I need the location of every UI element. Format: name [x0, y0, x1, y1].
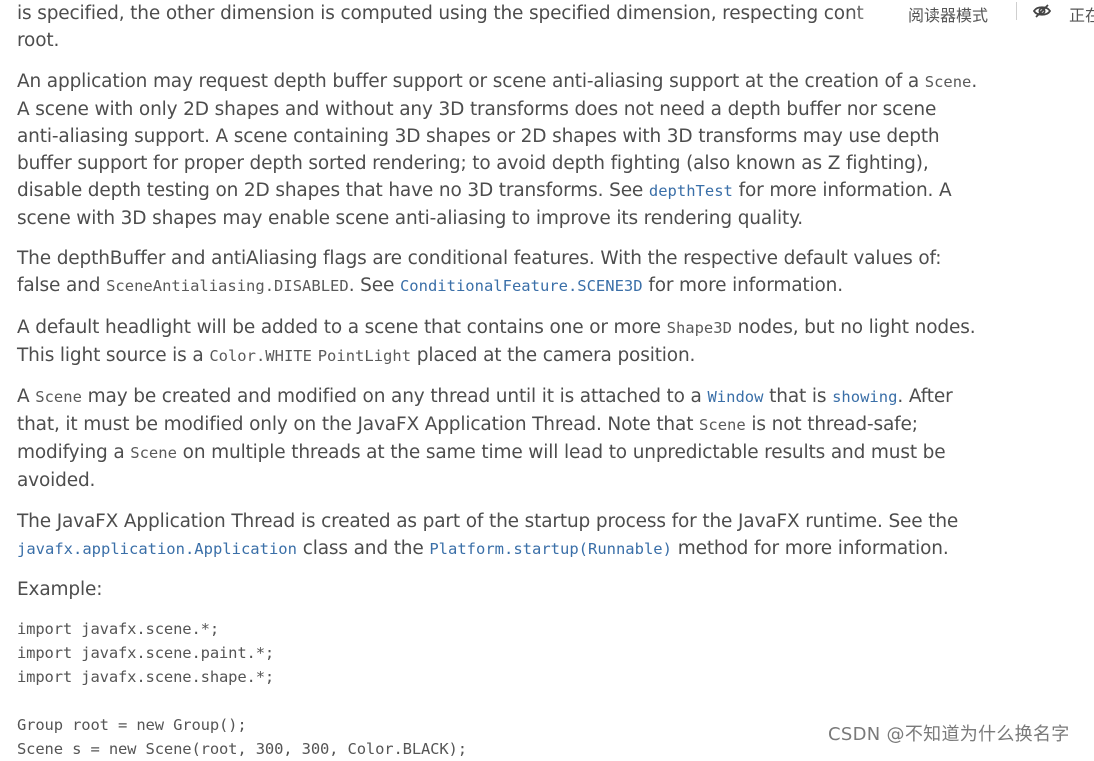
text-run: that is [763, 386, 833, 407]
paragraph-depth-buffer: An application may request depth buffer … [17, 68, 982, 232]
code-line: import javafx.scene.*; [17, 619, 219, 638]
link-javafx-application[interactable]: javafx.application.Application [17, 540, 297, 558]
paragraph-intro-tail: is specified, the other dimension is com… [17, 0, 982, 54]
code-line: import javafx.scene.shape.*; [17, 667, 275, 686]
text-run: . See [348, 275, 400, 296]
text-run: placed at the camera position. [411, 344, 696, 366]
link-showing[interactable]: showing [832, 388, 897, 406]
doc-content: is specified, the other dimension is com… [17, 0, 982, 761]
text-run: A [17, 386, 36, 407]
paragraph-conditional: The depthBuffer and antiAliasing flags a… [17, 245, 982, 300]
intro-line2: root. [17, 30, 60, 51]
text-run: The JavaFX Application Thread is created… [17, 510, 959, 532]
code-line: import javafx.scene.paint.*; [17, 643, 275, 662]
text-run: may be created and modified on any threa… [81, 386, 708, 407]
link-conditional-feature[interactable]: ConditionalFeature.SCENE3D [400, 277, 643, 295]
text-run: method for more information. [671, 537, 949, 559]
link-depthtest[interactable]: depthTest [649, 182, 733, 200]
code-pointlight: PointLight [317, 346, 412, 365]
eye-slash-icon[interactable] [1032, 3, 1052, 19]
code-shape3d: Shape3D [666, 318, 732, 337]
link-window[interactable]: Window [707, 388, 763, 406]
text-run: for more information. [642, 275, 843, 296]
text-run: An application may request depth buffer … [17, 70, 925, 92]
link-platform-startup[interactable]: Platform.startup(Runnable) [429, 540, 672, 558]
example-label: Example: [17, 579, 103, 600]
csdn-watermark: CSDN @不知道为什么换名字 [828, 724, 1070, 745]
code-scene: Scene [130, 444, 177, 462]
intro-line1: is specified, the other dimension is com… [17, 3, 864, 24]
reader-status-text: 正在 [1069, 6, 1094, 25]
text-run: class and the [296, 537, 430, 559]
code-scene: Scene [699, 416, 746, 434]
reader-toolbar: 阅读器模式 正在 [894, 0, 1094, 26]
code-line: Group root = new Group(); [17, 715, 247, 734]
code-color-white: Color.WHITE [209, 346, 312, 365]
paragraph-threading: A Scene may be created and modified on a… [17, 383, 982, 494]
code-scene: Scene [35, 388, 82, 406]
paragraph-app-thread: The JavaFX Application Thread is created… [17, 508, 982, 563]
reader-mode-button[interactable]: 阅读器模式 [908, 2, 988, 26]
text-fade [850, 0, 900, 26]
code-scene: Scene [924, 72, 972, 91]
paragraph-headlight: A default headlight will be added to a s… [17, 314, 982, 370]
toolbar-divider [1016, 2, 1017, 20]
code-line: Scene s = new Scene(root, 300, 300, Colo… [17, 739, 467, 758]
code-scene-antialiasing: SceneAntialiasing.DISABLED [106, 277, 349, 295]
text-run: A default headlight will be added to a s… [17, 316, 667, 338]
